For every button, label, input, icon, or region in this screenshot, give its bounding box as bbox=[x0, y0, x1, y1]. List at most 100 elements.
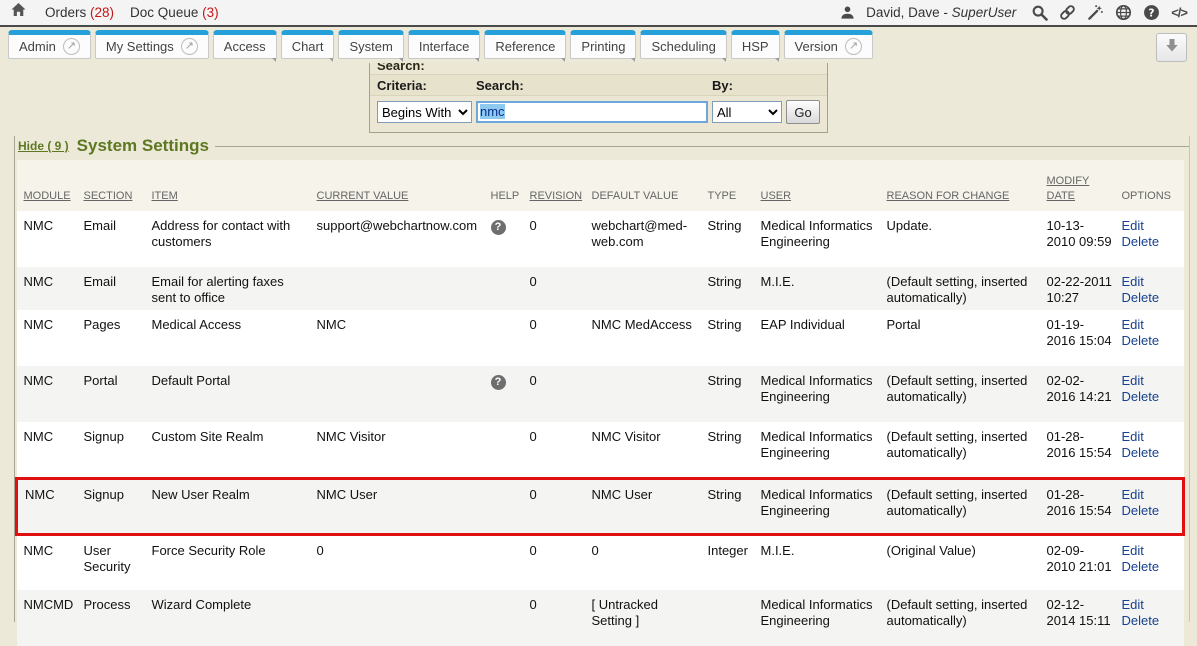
help-icon[interactable]: ? bbox=[491, 375, 506, 390]
cell-reason: (Default setting, inserted automatically… bbox=[887, 422, 1047, 478]
search-input[interactable]: nmc bbox=[476, 101, 708, 123]
cell-revision: 0 bbox=[530, 422, 592, 478]
search-input-selected-text: nmc bbox=[480, 104, 505, 119]
magic-wand-icon[interactable] bbox=[1087, 4, 1104, 21]
delete-link[interactable]: Delete bbox=[1122, 389, 1175, 405]
by-select[interactable]: All bbox=[712, 101, 782, 123]
system-settings-section: Hide ( 9 ) System Settings MODULESECTION… bbox=[14, 136, 1190, 622]
tab-admin[interactable]: Admin↗ bbox=[8, 30, 91, 59]
legend-rule bbox=[215, 146, 1189, 147]
column-header-module[interactable]: MODULE bbox=[17, 160, 84, 211]
cell-help bbox=[491, 422, 530, 478]
doc-queue-link[interactable]: Doc Queue (3) bbox=[130, 5, 219, 20]
column-header-revision[interactable]: REVISION bbox=[530, 160, 592, 211]
search-icon[interactable] bbox=[1031, 4, 1048, 21]
cell-type: String bbox=[708, 366, 761, 422]
tab-access[interactable]: Access bbox=[213, 30, 277, 59]
tab-chart[interactable]: Chart bbox=[281, 30, 335, 59]
delete-link[interactable]: Delete bbox=[1122, 559, 1175, 575]
cell-item: Custom Site Realm bbox=[152, 422, 317, 478]
cell-help bbox=[491, 534, 530, 590]
cell-current bbox=[317, 366, 491, 422]
download-button[interactable] bbox=[1156, 33, 1187, 62]
delete-link[interactable]: Delete bbox=[1122, 503, 1174, 519]
cell-options: EditDelete bbox=[1122, 422, 1184, 478]
cell-default bbox=[592, 267, 708, 311]
table-row: NMCSignupCustom Site RealmNMC Visitor0NM… bbox=[17, 422, 1184, 478]
delete-link[interactable]: Delete bbox=[1122, 290, 1175, 306]
go-button[interactable]: Go bbox=[786, 100, 820, 124]
delete-link[interactable]: Delete bbox=[1122, 234, 1175, 250]
cell-current: support@webchartnow.com bbox=[317, 211, 491, 267]
cell-item: Wizard Complete bbox=[152, 590, 317, 646]
open-arrow-icon[interactable]: ↗ bbox=[181, 38, 198, 55]
open-arrow-icon[interactable]: ↗ bbox=[63, 38, 80, 55]
edit-link[interactable]: Edit bbox=[1122, 373, 1175, 389]
cell-module: NMC bbox=[17, 478, 84, 534]
help-icon[interactable]: ? bbox=[491, 220, 506, 235]
tab-version[interactable]: Version↗ bbox=[784, 30, 873, 59]
edit-link[interactable]: Edit bbox=[1122, 597, 1175, 613]
cell-reason: (Default setting, inserted automatically… bbox=[887, 267, 1047, 311]
code-icon[interactable]: </> bbox=[1171, 5, 1187, 20]
edit-link[interactable]: Edit bbox=[1122, 218, 1175, 234]
tab-reference[interactable]: Reference bbox=[484, 30, 566, 59]
column-header-item[interactable]: ITEM bbox=[152, 160, 317, 211]
search-controls-row: Begins With nmc All Go bbox=[370, 96, 827, 132]
column-header-section[interactable]: SECTION bbox=[84, 160, 152, 211]
tab-scheduling[interactable]: Scheduling bbox=[640, 30, 726, 59]
doc-queue-label: Doc Queue bbox=[130, 5, 198, 20]
table-header-row: MODULESECTIONITEMCURRENT VALUEHELPREVISI… bbox=[17, 160, 1184, 211]
open-arrow-icon[interactable]: ↗ bbox=[845, 38, 862, 55]
tab-printing[interactable]: Printing bbox=[570, 30, 636, 59]
hide-link[interactable]: Hide ( 9 ) bbox=[18, 139, 69, 153]
cell-options: EditDelete bbox=[1122, 590, 1184, 646]
tab-hsp[interactable]: HSP bbox=[731, 30, 780, 59]
delete-link[interactable]: Delete bbox=[1122, 333, 1175, 349]
table-row: NMCMDProcessWizard Complete0[ Untracked … bbox=[17, 590, 1184, 646]
edit-link[interactable]: Edit bbox=[1122, 274, 1175, 290]
help-icon[interactable]: ? bbox=[1143, 4, 1160, 21]
tab-my-settings[interactable]: My Settings↗ bbox=[95, 30, 209, 59]
orders-count: (28) bbox=[90, 5, 114, 20]
edit-link[interactable]: Edit bbox=[1122, 317, 1175, 333]
cell-item: Medical Access bbox=[152, 310, 317, 366]
delete-link[interactable]: Delete bbox=[1122, 613, 1175, 629]
system-settings-legend: Hide ( 9 ) System Settings bbox=[15, 136, 1189, 156]
link-icon[interactable] bbox=[1059, 4, 1076, 21]
home-button[interactable] bbox=[10, 2, 27, 23]
cell-default: NMC MedAccess bbox=[592, 310, 708, 366]
cell-default: NMC User bbox=[592, 478, 708, 534]
cell-options: EditDelete bbox=[1122, 310, 1184, 366]
tab-interface[interactable]: Interface bbox=[408, 30, 481, 59]
cell-current: NMC Visitor bbox=[317, 422, 491, 478]
current-user: David, Dave - SuperUser bbox=[866, 5, 1016, 20]
cell-current: NMC User bbox=[317, 478, 491, 534]
tab-system[interactable]: System bbox=[338, 30, 403, 59]
cell-item: Email for alerting faxes sent to office bbox=[152, 267, 317, 311]
column-header-reason-for-change[interactable]: REASON FOR CHANGE bbox=[887, 160, 1047, 211]
cell-current bbox=[317, 267, 491, 311]
tab-label: Access bbox=[224, 39, 266, 54]
criteria-select[interactable]: Begins With bbox=[377, 101, 472, 123]
column-header-current-value[interactable]: CURRENT VALUE bbox=[317, 160, 491, 211]
edit-link[interactable]: Edit bbox=[1122, 429, 1175, 445]
delete-link[interactable]: Delete bbox=[1122, 445, 1175, 461]
cell-section: Signup bbox=[84, 422, 152, 478]
edit-link[interactable]: Edit bbox=[1122, 487, 1174, 503]
home-icon bbox=[10, 2, 27, 23]
cell-user: Medical Informatics Engineering bbox=[761, 211, 887, 267]
orders-link[interactable]: Orders (28) bbox=[45, 5, 114, 20]
cell-user: Medical Informatics Engineering bbox=[761, 366, 887, 422]
table-row: NMCPortalDefault Portal?0StringMedical I… bbox=[17, 366, 1184, 422]
cell-module: NMC bbox=[17, 211, 84, 267]
cell-module: NMC bbox=[17, 534, 84, 590]
cell-current bbox=[317, 590, 491, 646]
globe-icon[interactable] bbox=[1115, 4, 1132, 21]
by-label: By: bbox=[712, 78, 782, 93]
edit-link[interactable]: Edit bbox=[1122, 543, 1175, 559]
column-header-modify-date[interactable]: MODIFY DATE bbox=[1047, 160, 1122, 211]
criteria-label: Criteria: bbox=[377, 78, 472, 93]
column-header-user[interactable]: USER bbox=[761, 160, 887, 211]
download-arrow-icon bbox=[1164, 37, 1180, 58]
